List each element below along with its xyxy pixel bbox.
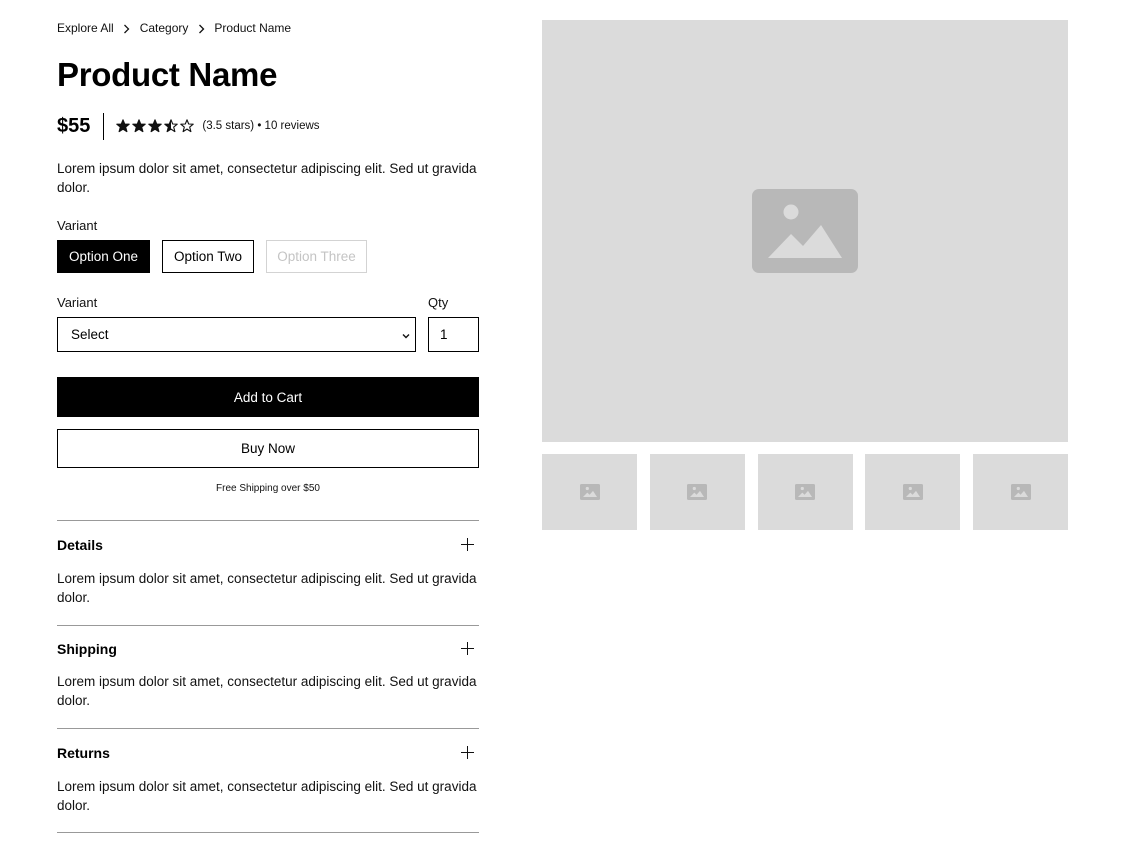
image-placeholder-icon [1010,484,1031,500]
accordion-divider [57,728,479,729]
thumbnail-4[interactable] [865,454,961,530]
accordion-returns-header[interactable]: Returns [57,742,479,764]
price-rating-row: $55 (3.5 stars) • 10 reviews [57,112,320,140]
quantity-input[interactable]: 1 [428,317,479,352]
accordion-shipping-body: Lorem ipsum dolor sit amet, consectetur … [57,674,477,708]
thumbnail-5[interactable] [973,454,1068,530]
plus-icon [461,642,475,656]
plus-icon [461,538,475,552]
divider [103,112,105,140]
plus-icon [461,746,475,760]
variant-option-two[interactable]: Option Two [162,240,254,273]
breadcrumb-current: Product Name [214,21,292,35]
breadcrumb-explore-all[interactable]: Explore All [57,21,114,35]
star-empty-icon [180,119,195,133]
image-placeholder-icon [579,484,600,500]
chevron-down-icon [401,329,411,344]
add-to-cart-button[interactable]: Add to Cart [57,377,479,417]
image-placeholder-icon [795,484,815,500]
image-placeholder-icon [902,484,923,500]
product-description: Lorem ipsum dolor sit amet, consectetur … [57,161,477,195]
variant-option-three[interactable]: Option Three [266,240,367,273]
accordion-returns-title: Returns [57,745,110,761]
variant-label: Variant [57,218,98,233]
star-half-icon [164,119,179,133]
variant-select-label: Variant [57,295,98,310]
thumbnail-1[interactable] [542,454,637,530]
accordion-details-body: Lorem ipsum dolor sit amet, consectetur … [57,571,477,605]
accordion-divider [57,832,479,833]
product-title: Product Name [57,56,278,93]
accordion-details-header[interactable]: Details [57,534,479,556]
chevron-right-icon [188,21,214,35]
main-product-image[interactable] [542,20,1068,442]
accordion-returns-body: Lorem ipsum dolor sit amet, consectetur … [57,779,477,813]
star-full-icon [148,119,163,133]
thumbnail-2[interactable] [649,454,745,530]
variant-select-value: Select [71,327,109,342]
star-full-icon [132,119,147,133]
buy-now-button[interactable]: Buy Now [57,429,479,468]
rating-summary[interactable]: (3.5 stars) • 10 reviews [202,120,319,132]
qty-label: Qty [428,295,449,310]
breadcrumb-category[interactable]: Category [140,21,189,35]
thumbnail-3[interactable] [757,454,853,530]
accordion-shipping-title: Shipping [57,641,117,657]
image-placeholder-icon [752,189,858,273]
accordion-shipping-header[interactable]: Shipping [57,638,479,660]
variant-option-one[interactable]: Option One [57,240,150,273]
product-price: $55 [57,114,91,137]
image-placeholder-icon [687,484,708,500]
variant-select[interactable]: Select [57,317,416,352]
breadcrumb: Explore All Category Product Name [57,21,291,35]
free-shipping-note: Free Shipping over $50 [216,483,320,494]
star-full-icon [116,119,131,133]
accordion-divider [57,625,479,626]
chevron-right-icon [114,21,140,35]
accordion-divider [57,520,479,521]
star-rating [116,119,196,133]
accordion-details-title: Details [57,537,103,553]
